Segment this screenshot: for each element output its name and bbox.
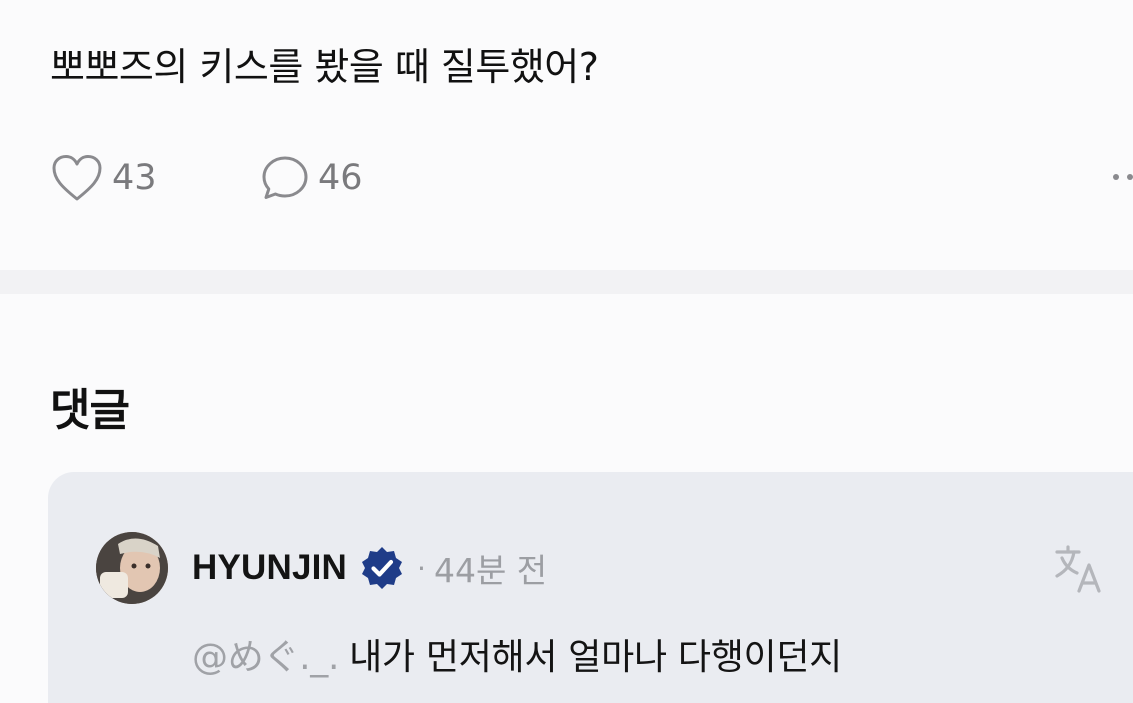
like-button[interactable]: 43 [50,153,260,203]
comment-mention[interactable]: @めぐ._. [192,637,339,678]
verified-badge-icon [362,547,403,589]
comment-count: 46 [318,158,363,198]
avatar[interactable] [96,532,168,604]
comment-author-row: HYUNJIN · 44분 전 [192,544,547,592]
meta-separator: · [417,551,426,585]
like-count: 43 [112,158,157,198]
more-options-button[interactable] [1093,160,1133,194]
comment-author-name[interactable]: HYUNJIN [192,548,347,588]
post-action-row: 43 46 [50,150,363,206]
post-text: 뽀뽀즈의 키스를 봤을 때 질투했어? [50,45,599,89]
speech-bubble-icon [262,156,308,199]
heart-outline-icon [52,155,102,201]
comment-text: 내가 먼저해서 얼마나 다행이던지 [349,637,843,678]
avatar-photo [96,532,168,604]
comments-heading: 댓글 [50,385,130,436]
comment-body: @めぐ._. 내가 먼저해서 얼마나 다행이던지 [192,628,842,680]
comment-button[interactable]: 46 [260,153,363,203]
translate-button[interactable] [1052,542,1106,596]
comment-timestamp: 44분 전 [433,551,548,590]
post-detail-screen: 뽀뽀즈의 키스를 봤을 때 질투했어? 43 46 댓글 HYUNJIN · 4… [0,0,1133,703]
more-horizontal-icon [1113,174,1119,180]
translate-icon [1055,545,1101,593]
section-divider [0,270,1133,294]
